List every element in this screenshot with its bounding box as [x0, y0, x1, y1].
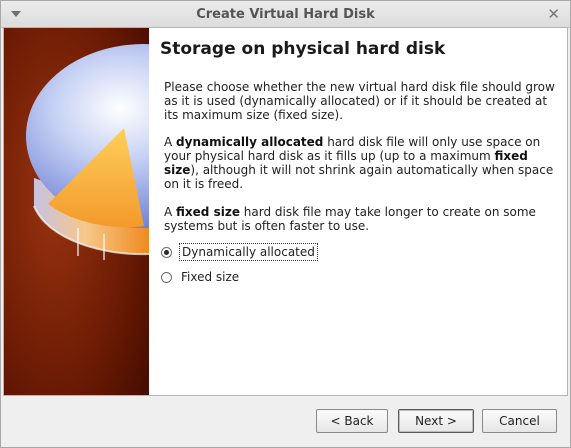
bold-term: fixed size	[176, 205, 240, 219]
dialog-window: Create Virtual Hard Disk ✕ Storage on ph…	[0, 0, 571, 448]
page-title: Storage on physical hard disk	[160, 39, 446, 59]
radio-label[interactable]: Dynamically allocated	[179, 243, 318, 261]
back-button[interactable]: < Back	[316, 409, 388, 433]
wizard-page: Storage on physical hard disk Please cho…	[3, 27, 568, 396]
option-dynamically-allocated[interactable]: Dynamically allocated	[161, 243, 318, 261]
text-span: ), although it will not shrink again aut…	[164, 163, 554, 191]
wizard-banner-image	[4, 28, 149, 395]
cancel-button[interactable]: Cancel	[482, 409, 557, 433]
bold-term: dynamically allocated	[176, 135, 324, 149]
option-fixed-size[interactable]: Fixed size	[161, 268, 241, 286]
intro-paragraph: Please choose whether the new virtual ha…	[164, 80, 555, 122]
close-icon[interactable]: ✕	[547, 5, 560, 23]
text-span: A	[164, 135, 177, 149]
hard-disk-illustration	[4, 28, 149, 395]
title-bar: Create Virtual Hard Disk ✕	[1, 1, 570, 28]
dynamic-description: A dynamically allocated hard disk file w…	[164, 135, 560, 191]
radio-label[interactable]: Fixed size	[179, 269, 241, 285]
radio-button[interactable]	[161, 271, 172, 283]
fixed-description: A fixed size hard disk file may take lon…	[164, 205, 560, 233]
radio-button[interactable]	[161, 246, 172, 258]
window-title: Create Virtual Hard Disk	[196, 7, 375, 22]
text-span: A	[164, 205, 177, 219]
next-button[interactable]: Next >	[398, 409, 474, 433]
